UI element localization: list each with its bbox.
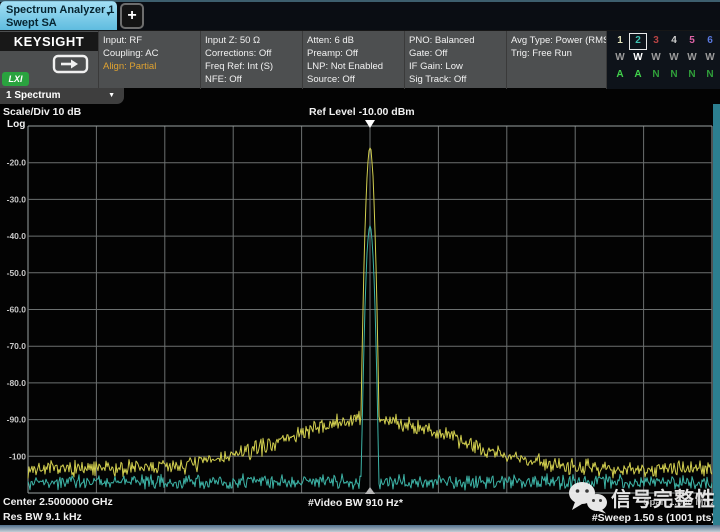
res-bw-annotation[interactable]: Res BW 9.1 kHz bbox=[3, 511, 82, 523]
scale-div-annotation[interactable]: Scale/Div 10 dB bbox=[3, 106, 81, 118]
y-axis-label: -100 bbox=[9, 451, 26, 461]
measurement-selector-label: 1 Spectrum bbox=[6, 90, 60, 101]
y-axis-label: -90.0 bbox=[7, 415, 27, 425]
y-axis-label: -30.0 bbox=[7, 194, 27, 204]
center-freq-indicator bbox=[365, 487, 375, 494]
video-bw-annotation[interactable]: #Video BW 910 Hz* bbox=[308, 497, 403, 509]
video-top-artifact bbox=[0, 0, 720, 2]
chevron-down-icon: ▼ bbox=[108, 88, 115, 104]
y-axis-label: -80.0 bbox=[7, 378, 27, 388]
ref-level-annotation[interactable]: Ref Level -10.00 dBm bbox=[309, 106, 415, 118]
wechat-icon bbox=[568, 480, 608, 514]
watermark-text: 信号完整性 bbox=[611, 483, 716, 512]
y-axis-label: -60.0 bbox=[7, 305, 27, 315]
marker-triangle-down bbox=[365, 120, 375, 128]
y-axis-label: -50.0 bbox=[7, 268, 27, 278]
spectrum-display: -20.0 -30.0 -40.0 -50.0 -60.0 -70.0 -80.0 -90.0… bbox=[0, 0, 720, 532]
y-axis-label: -70.0 bbox=[7, 341, 27, 351]
video-edge-artifact bbox=[713, 104, 720, 525]
center-frequency-annotation[interactable]: Center 2.5000000 GHz bbox=[3, 496, 113, 508]
spectrum-analyzer-screen: Spectrum Analyzer 1 Swept SA ▼ + KEYSIGH… bbox=[0, 0, 720, 532]
log-scale-label: Log bbox=[7, 119, 25, 130]
y-axis-label: -40.0 bbox=[7, 231, 27, 241]
measurement-selector[interactable]: 1 Spectrum ▼ bbox=[0, 88, 124, 104]
y-axis-label: -20.0 bbox=[7, 158, 27, 168]
watermark: 信号完整性 bbox=[568, 480, 716, 514]
video-bottom-artifact bbox=[0, 525, 720, 532]
